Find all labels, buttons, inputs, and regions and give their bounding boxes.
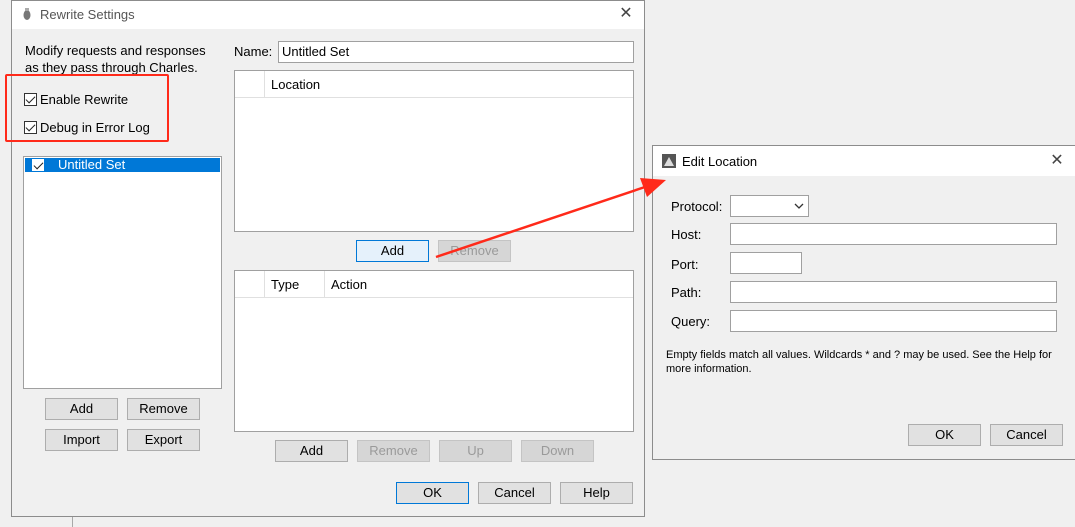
- edit-ok-button[interactable]: OK: [908, 424, 981, 446]
- location-column-header[interactable]: Location: [265, 71, 633, 97]
- set-add-button[interactable]: Add: [45, 398, 118, 420]
- location-add-button[interactable]: Add: [356, 240, 429, 262]
- query-input[interactable]: [730, 310, 1057, 332]
- help-text-line-1: Empty fields match all values. Wildcards…: [666, 349, 1052, 361]
- set-name: Untitled Set: [58, 157, 126, 172]
- set-remove-button[interactable]: Remove: [127, 398, 200, 420]
- host-input[interactable]: [730, 223, 1057, 245]
- rule-add-button[interactable]: Add: [275, 440, 348, 462]
- edit-location-title: Edit Location: [682, 154, 758, 169]
- export-button[interactable]: Export: [127, 429, 200, 451]
- location-remove-button[interactable]: Remove: [438, 240, 511, 262]
- rewrite-title: Rewrite Settings: [40, 7, 135, 22]
- sets-list[interactable]: Untitled Set: [23, 156, 222, 389]
- rule-down-button[interactable]: Down: [521, 440, 594, 462]
- charles-app-icon: [662, 154, 676, 168]
- chevron-down-icon: [794, 203, 804, 209]
- help-text-line-2: more information.: [666, 363, 752, 375]
- close-icon[interactable]: ✕: [1045, 150, 1069, 172]
- edit-cancel-button[interactable]: Cancel: [990, 424, 1063, 446]
- location-checkbox-column: [235, 71, 265, 97]
- rules-table[interactable]: Type Action: [234, 270, 634, 432]
- rule-remove-button[interactable]: Remove: [357, 440, 430, 462]
- rules-checkbox-column: [235, 271, 265, 297]
- help-button[interactable]: Help: [560, 482, 633, 504]
- port-label: Port:: [671, 257, 699, 272]
- cancel-button[interactable]: Cancel: [478, 482, 551, 504]
- type-column-header[interactable]: Type: [265, 271, 325, 297]
- host-label: Host:: [671, 227, 702, 242]
- location-table-header: Location: [235, 71, 633, 98]
- protocol-label: Protocol:: [671, 199, 723, 214]
- ok-button[interactable]: OK: [396, 482, 469, 504]
- name-label: Name:: [234, 44, 273, 59]
- edit-location-dialog: Edit Location ✕ Protocol: Host: Port: Pa…: [652, 145, 1075, 460]
- highlight-annotation-box: [5, 74, 169, 142]
- rewrite-titlebar: Rewrite Settings ✕: [12, 1, 644, 29]
- set-enabled-checkbox[interactable]: [32, 159, 44, 171]
- query-label: Query:: [671, 314, 711, 329]
- import-button[interactable]: Import: [45, 429, 118, 451]
- list-item-selected[interactable]: Untitled Set: [25, 157, 220, 172]
- path-input[interactable]: [730, 281, 1057, 303]
- edit-location-titlebar: Edit Location ✕: [653, 146, 1075, 176]
- close-icon[interactable]: ✕: [614, 3, 638, 25]
- name-input[interactable]: Untitled Set: [278, 41, 634, 63]
- rule-up-button[interactable]: Up: [439, 440, 512, 462]
- path-label: Path:: [671, 285, 702, 300]
- action-column-header[interactable]: Action: [325, 271, 633, 297]
- rules-table-header: Type Action: [235, 271, 633, 298]
- description-line-1: Modify requests and responses: [25, 43, 206, 58]
- charles-app-icon: [23, 8, 31, 20]
- port-input[interactable]: [730, 252, 802, 274]
- location-table[interactable]: Location: [234, 70, 634, 232]
- description-line-2: as they pass through Charles.: [25, 60, 198, 75]
